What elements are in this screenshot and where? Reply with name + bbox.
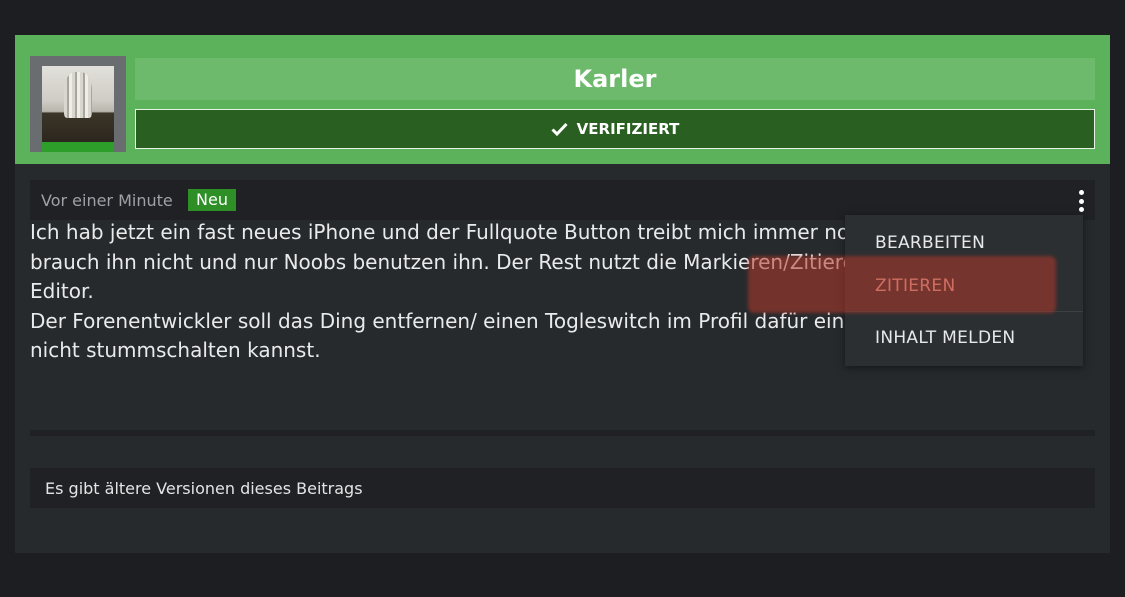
menu-divider <box>845 311 1083 312</box>
new-badge: Neu <box>188 189 236 211</box>
menu-item-report[interactable]: INHALT MELDEN <box>845 315 1083 361</box>
post-divider <box>30 430 1095 436</box>
older-versions-link[interactable]: Es gibt ältere Versionen dieses Beitrags <box>30 468 1095 508</box>
post-options-menu: BEARBEITEN ZITIEREN INHALT MELDEN <box>845 215 1083 366</box>
verified-badge: VERIFIZIERT <box>135 109 1095 149</box>
more-options-icon[interactable] <box>1072 188 1090 214</box>
post-meta-bar: Vor einer Minute Neu <box>30 180 1095 220</box>
author-header: Karler VERIFIZIERT <box>15 35 1110 164</box>
avatar-image <box>42 66 114 142</box>
post-timestamp: Vor einer Minute <box>41 191 173 210</box>
menu-item-edit[interactable]: BEARBEITEN <box>845 220 1083 266</box>
avatar[interactable] <box>30 56 126 152</box>
menu-item-quote[interactable]: ZITIEREN <box>845 263 1083 309</box>
online-status-bar <box>42 142 114 152</box>
verified-label: VERIFIZIERT <box>576 120 680 138</box>
check-icon <box>551 122 568 136</box>
author-name[interactable]: Karler <box>135 58 1095 100</box>
